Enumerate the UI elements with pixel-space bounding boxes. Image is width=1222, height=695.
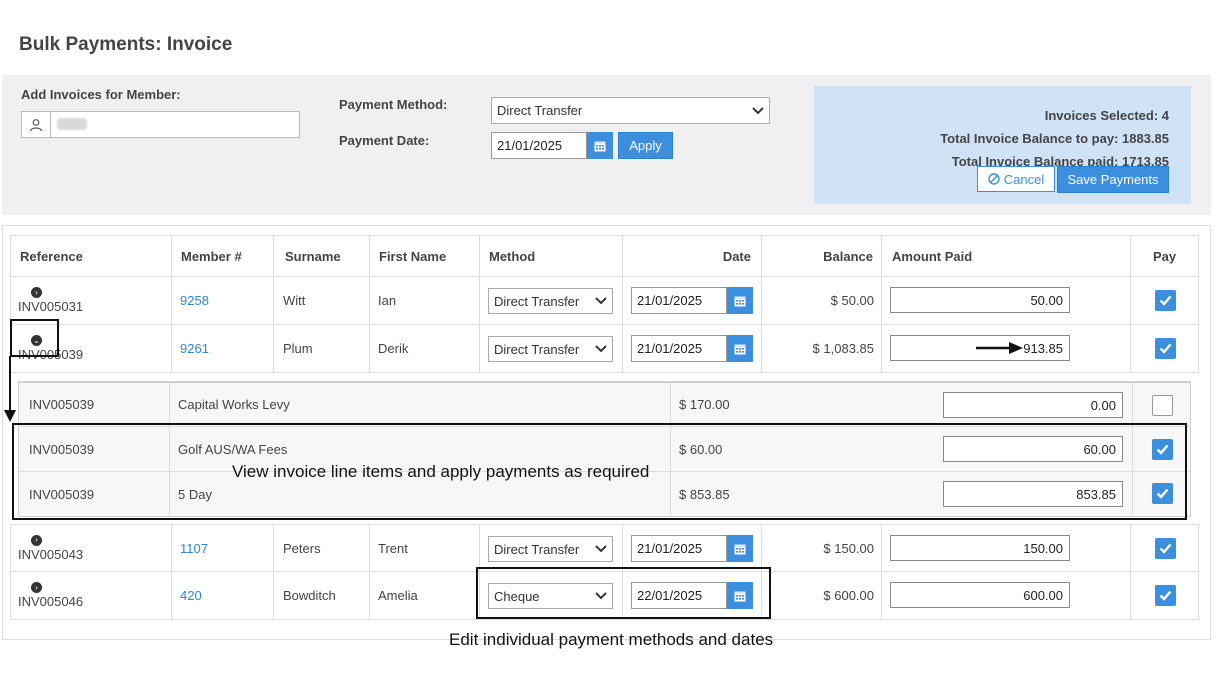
reference-text: INV005031 xyxy=(18,299,84,314)
check-icon xyxy=(1159,295,1172,306)
member-label: Add Invoices for Member: xyxy=(21,87,181,102)
method-select[interactable]: Direct Transfer xyxy=(488,536,613,562)
col-first-name: First Name xyxy=(379,248,447,264)
expand-icon[interactable]: › xyxy=(31,534,42,546)
row-date-input[interactable]: 21/01/2025 xyxy=(631,335,727,362)
chevron-down-icon xyxy=(747,106,769,115)
method-value: Direct Transfer xyxy=(494,341,580,357)
apply-button[interactable]: Apply xyxy=(618,132,673,159)
check-icon xyxy=(1159,590,1172,601)
surname: Plum xyxy=(283,341,313,356)
chevron-down-icon xyxy=(590,345,612,353)
filter-panel: Add Invoices for Member: Payment Method:… xyxy=(2,75,1211,215)
reference-text: INV005046 xyxy=(18,594,84,609)
row-date-input[interactable]: 21/01/2025 xyxy=(631,535,727,562)
payment-date-input[interactable]: 21/01/2025 xyxy=(491,132,587,159)
payment-method-select[interactable]: Direct Transfer xyxy=(491,97,770,124)
member-link[interactable]: 1107 xyxy=(180,525,208,571)
member-link[interactable]: 9258 xyxy=(180,277,209,324)
col-method: Method xyxy=(489,248,536,264)
save-payments-button[interactable]: Save Payments xyxy=(1057,166,1169,193)
amount-paid-input[interactable]: 600.00 xyxy=(890,582,1070,608)
col-member: Member # xyxy=(181,248,242,264)
calendar-icon[interactable] xyxy=(727,287,753,314)
payment-date-label: Payment Date: xyxy=(339,133,430,148)
payment-date-picker: 21/01/2025 xyxy=(491,132,613,159)
line-description: Capital Works Levy xyxy=(178,397,290,412)
reference-cell: › INV005046 xyxy=(18,572,83,619)
calendar-icon[interactable] xyxy=(727,335,753,362)
table-header: Reference Member # Surname First Name Me… xyxy=(10,235,1199,277)
annotation-line-items: View invoice line items and apply paymen… xyxy=(232,462,650,481)
balance: $ 50.00 xyxy=(830,293,874,308)
first-name: Trent xyxy=(378,540,408,556)
invoices-selected: Invoices Selected: 4 xyxy=(1044,108,1169,123)
line-pay-checkbox[interactable] xyxy=(1152,395,1173,416)
method-value: Direct Transfer xyxy=(494,541,580,557)
annotation-methods: Edit individual payment methods and date… xyxy=(449,630,774,649)
payment-method-label: Payment Method: xyxy=(339,97,448,112)
payment-method-value: Direct Transfer xyxy=(497,103,583,118)
line-paid-input[interactable]: 0.00 xyxy=(943,392,1123,418)
expand-icon[interactable]: › xyxy=(31,582,42,593)
col-surname: Surname xyxy=(285,248,341,264)
row-date-picker: 21/01/2025 xyxy=(631,335,753,362)
reference-text: INV005043 xyxy=(18,546,84,562)
chevron-down-icon xyxy=(590,545,612,553)
method-select[interactable]: Direct Transfer xyxy=(488,288,613,314)
pay-checkbox[interactable] xyxy=(1155,585,1176,606)
line-item-row: INV005039 Capital Works Levy $ 170.00 0.… xyxy=(19,383,1190,427)
balance: $ 600.00 xyxy=(823,588,874,603)
surname: Bowditch xyxy=(283,588,336,603)
annotation-arrow-down-icon xyxy=(4,356,16,422)
check-icon xyxy=(1159,343,1172,354)
annotation-arrow-right-icon xyxy=(976,342,1023,354)
amount-paid-input[interactable]: 50.00 xyxy=(890,287,1070,313)
user-icon xyxy=(22,112,51,137)
col-balance: Balance xyxy=(823,248,873,264)
amount-paid-input[interactable]: 150.00 xyxy=(890,535,1070,561)
first-name: Derik xyxy=(378,341,409,356)
annotation-box-methods xyxy=(476,567,771,619)
line-amount: $ 170.00 xyxy=(679,397,730,412)
balance: $ 1,083.85 xyxy=(812,341,874,356)
row-date-input[interactable]: 21/01/2025 xyxy=(631,287,727,314)
first-name: Ian xyxy=(378,293,397,308)
row-date-picker: 21/01/2025 xyxy=(631,535,753,562)
calendar-icon[interactable] xyxy=(587,132,613,159)
member-link[interactable]: 420 xyxy=(180,572,202,619)
col-pay: Pay xyxy=(1153,248,1177,264)
expand-icon[interactable]: › xyxy=(31,287,42,298)
col-amount-paid: Amount Paid xyxy=(892,248,973,264)
member-link[interactable]: 9261 xyxy=(180,325,209,372)
cancel-button[interactable]: Cancel xyxy=(977,166,1055,192)
surname: Peters xyxy=(283,540,321,556)
method-select[interactable]: Direct Transfer xyxy=(488,336,613,362)
method-value: Direct Transfer xyxy=(494,293,580,309)
cancel-label: Cancel xyxy=(1003,171,1045,187)
table-row: › INV005031 9258 Witt Ian Direct Transfe… xyxy=(10,277,1199,325)
first-name: Amelia xyxy=(378,588,418,603)
pay-checkbox[interactable] xyxy=(1155,538,1176,559)
member-search-field[interactable] xyxy=(21,111,300,138)
col-reference: Reference xyxy=(20,248,83,264)
balance: $ 150.00 xyxy=(823,540,874,556)
table-row: › INV005043 1107 Peters Trent Direct Tra… xyxy=(10,524,1199,572)
reference-cell: › INV005031 xyxy=(18,277,83,324)
calendar-icon[interactable] xyxy=(727,535,753,562)
col-date: Date xyxy=(722,248,751,264)
cancel-icon xyxy=(988,173,1000,185)
pay-checkbox[interactable] xyxy=(1155,290,1176,311)
pay-checkbox[interactable] xyxy=(1155,338,1176,359)
total-to-pay: Total Invoice Balance to pay: 1883.85 xyxy=(940,131,1169,146)
reference-cell: › INV005043 xyxy=(18,525,83,571)
page-title: Bulk Payments: Invoice xyxy=(19,34,233,55)
line-reference: INV005039 xyxy=(29,397,95,412)
row-date-picker: 21/01/2025 xyxy=(631,287,753,314)
payment-summary: Invoices Selected: 4 Total Invoice Balan… xyxy=(814,86,1191,204)
check-icon xyxy=(1159,543,1172,554)
surname: Witt xyxy=(283,293,306,308)
member-value-redacted xyxy=(57,118,87,130)
chevron-down-icon xyxy=(590,297,612,305)
